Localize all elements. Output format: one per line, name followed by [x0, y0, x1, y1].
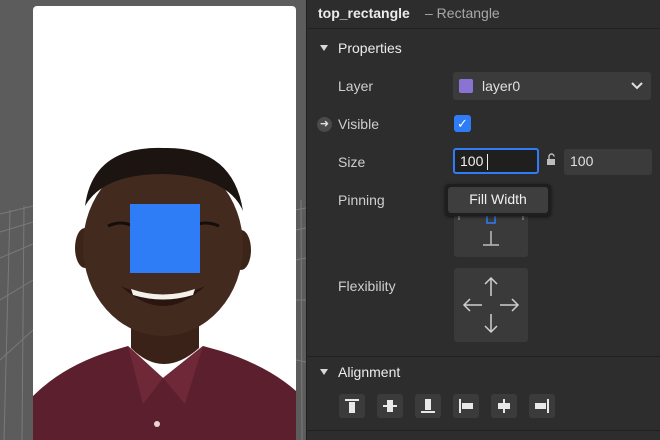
section-divider: [307, 356, 660, 357]
size-width-value: 100: [460, 153, 484, 169]
layer-label: Layer: [338, 78, 374, 94]
device-preview: [33, 6, 296, 440]
section-divider: [307, 430, 660, 431]
text-caret: [487, 154, 488, 170]
unlock-icon[interactable]: [546, 153, 556, 166]
disclosure-triangle-icon[interactable]: [320, 369, 328, 375]
align-top-icon: [345, 399, 359, 413]
size-width-input[interactable]: 100: [453, 148, 539, 174]
properties-section-header[interactable]: Properties: [307, 37, 660, 61]
tooltip-body: Fill Width: [448, 187, 548, 213]
object-type: – Rectangle: [425, 5, 500, 21]
align-vertical-center-icon: [383, 400, 397, 412]
align-bottom-icon: [421, 399, 435, 413]
align-horizontal-center-icon: [498, 399, 510, 413]
disclosure-triangle-icon[interactable]: [320, 45, 328, 51]
layer-dropdown[interactable]: layer0: [453, 72, 651, 100]
align-left-button[interactable]: [453, 394, 479, 418]
flexibility-control[interactable]: [454, 268, 528, 342]
size-height-input[interactable]: 100: [564, 149, 652, 175]
visible-checkbox[interactable]: ✓: [454, 115, 471, 132]
alignment-title: Alignment: [338, 364, 401, 380]
visible-label: Visible: [338, 116, 379, 132]
binding-arrow-icon[interactable]: ➜: [317, 117, 332, 132]
pinning-label: Pinning: [338, 192, 385, 208]
properties-title: Properties: [338, 40, 402, 56]
flexibility-label: Flexibility: [338, 278, 396, 294]
scene-viewport[interactable]: [0, 0, 306, 440]
tooltip-text: Fill Width: [469, 191, 527, 207]
align-right-button[interactable]: [529, 394, 555, 418]
align-left-icon: [459, 399, 473, 413]
alignment-section-header[interactable]: Alignment: [307, 361, 660, 385]
align-right-icon: [535, 399, 549, 413]
top-rectangle-shape[interactable]: [130, 204, 200, 273]
layer-color-swatch: [459, 79, 473, 93]
fill-width-tooltip: Fill Width: [445, 184, 551, 216]
align-bottom-button[interactable]: [415, 394, 441, 418]
size-label: Size: [338, 154, 366, 170]
layer-value: layer0: [482, 78, 521, 94]
align-top-button[interactable]: [339, 394, 365, 418]
align-horizontal-center-button[interactable]: [491, 394, 517, 418]
object-name: top_rectangle: [318, 5, 410, 21]
inspector-panel: top_rectangle – Rectangle Properties Lay…: [306, 0, 660, 440]
size-height-value: 100: [570, 153, 594, 169]
align-vertical-center-button[interactable]: [377, 394, 403, 418]
flexibility-arrows-icon: [462, 276, 520, 334]
inspector-header: top_rectangle – Rectangle: [307, 0, 660, 29]
chevron-down-icon: [631, 82, 643, 90]
